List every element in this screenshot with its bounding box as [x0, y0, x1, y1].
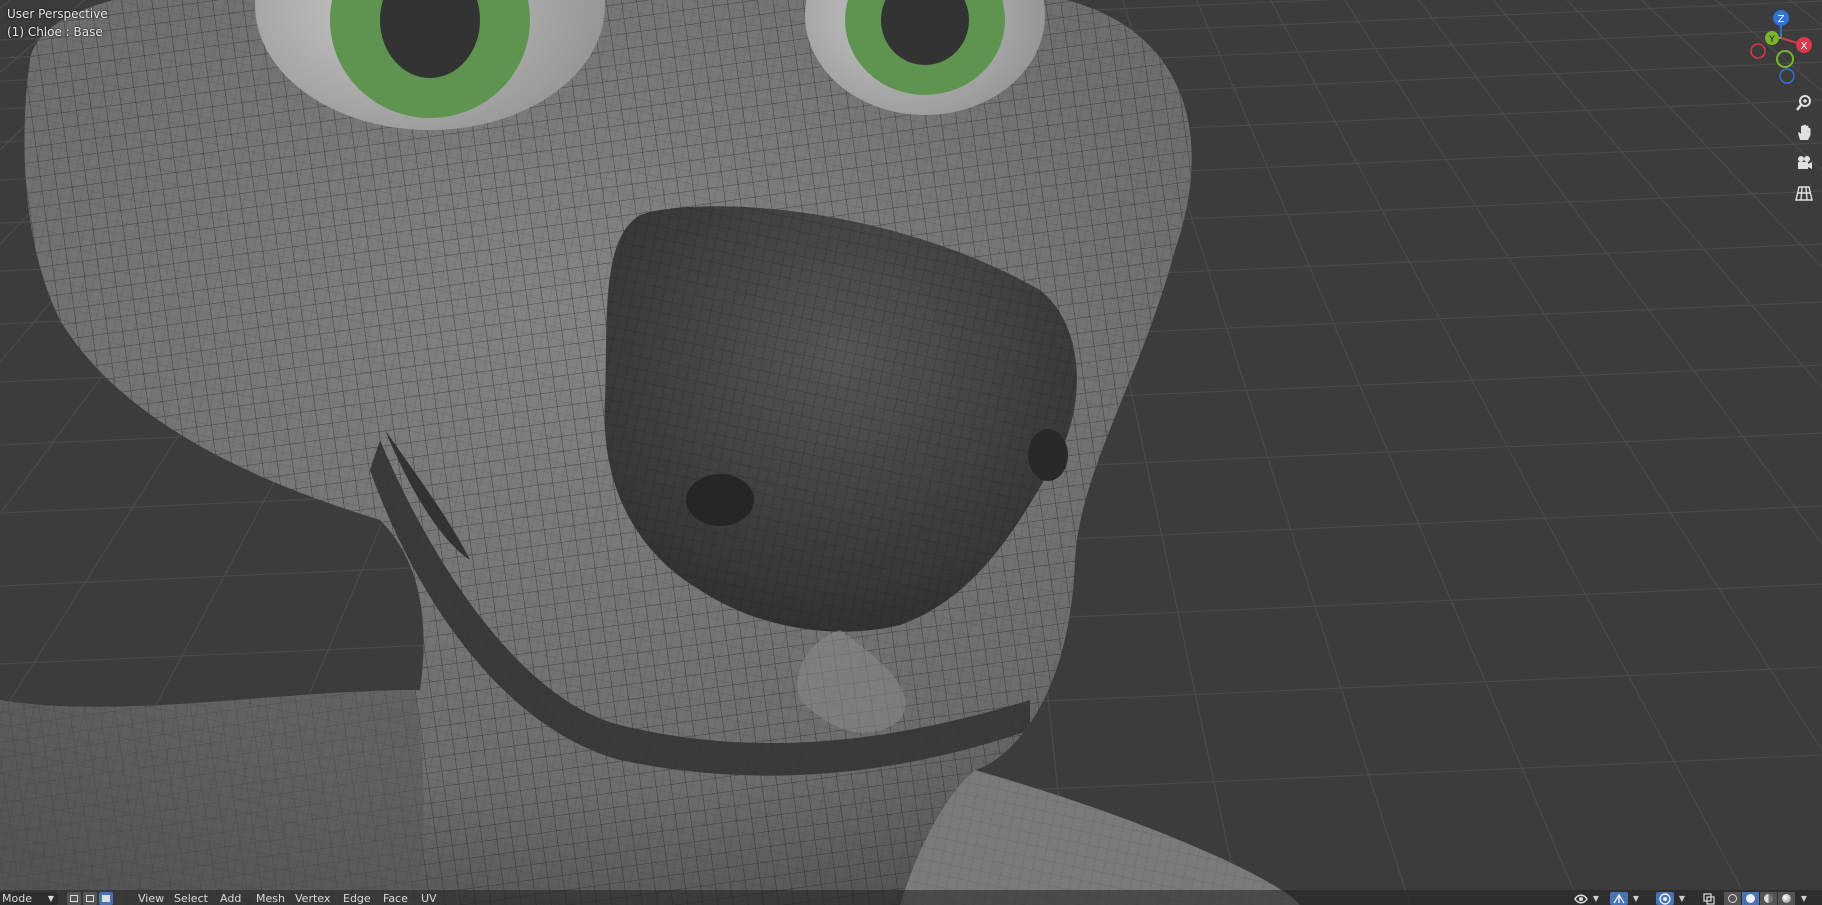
material-shading-icon — [1764, 894, 1773, 903]
menu-face[interactable]: Face — [378, 892, 413, 905]
viewport-header: Mode ▼ View Select Add Mesh Vertex Edge … — [0, 890, 1822, 905]
pan-button[interactable] — [1792, 120, 1816, 144]
gizmo-x-label: X — [1801, 41, 1808, 52]
view-name-label: User Perspective — [7, 7, 108, 21]
menu-mesh[interactable]: Mesh — [251, 892, 290, 905]
camera-icon — [1798, 156, 1812, 169]
edge-select-icon — [86, 895, 94, 902]
navigation-gizmo[interactable]: Z X Y — [1742, 10, 1820, 88]
viewport-scene — [0, 0, 1822, 905]
mode-label: Mode — [2, 892, 32, 905]
rendered-shading-icon — [1782, 894, 1791, 903]
menu-uv[interactable]: UV — [416, 892, 442, 905]
solid-shading-button[interactable] — [1742, 892, 1759, 905]
object-info-label: (1) Chloe : Base — [7, 25, 103, 39]
zoom-icon — [1796, 95, 1811, 111]
visibility-dropdown[interactable]: ▼ — [1590, 892, 1602, 905]
overlay-toggle-button[interactable] — [1656, 892, 1674, 905]
material-shading-button[interactable] — [1760, 892, 1777, 905]
visibility-icon — [1574, 894, 1588, 903]
3d-viewport[interactable]: User Perspective (1) Chloe : Base Z X Y … — [0, 0, 1822, 905]
xray-toggle-button[interactable] — [1700, 892, 1718, 905]
wireframe-shading-button[interactable] — [1724, 892, 1741, 905]
edge-select-button[interactable] — [83, 892, 97, 905]
mode-select[interactable]: Mode ▼ — [0, 892, 58, 905]
menu-view[interactable]: View — [133, 892, 169, 905]
vertex-select-button[interactable] — [67, 892, 81, 905]
overlay-icon — [1659, 892, 1671, 905]
rendered-shading-button[interactable] — [1778, 892, 1795, 905]
face-select-icon — [102, 895, 110, 902]
xray-icon — [1703, 892, 1715, 905]
gizmo-y-label: Y — [1768, 35, 1775, 45]
gizmo-z-label: Z — [1778, 14, 1785, 25]
zoom-button[interactable] — [1792, 91, 1816, 115]
gizmo-icon — [1613, 893, 1625, 904]
grid-icon — [1795, 186, 1813, 201]
chevron-down-icon: ▼ — [47, 894, 54, 903]
ortho-toggle-button[interactable] — [1792, 181, 1816, 205]
face-select-button[interactable] — [99, 892, 113, 905]
menu-edge[interactable]: Edge — [338, 892, 376, 905]
camera-view-button[interactable] — [1792, 151, 1816, 175]
gizmo-toggle-button[interactable] — [1610, 892, 1628, 905]
visibility-button[interactable] — [1572, 892, 1590, 905]
shading-dropdown[interactable]: ▼ — [1798, 892, 1810, 905]
wireframe-shading-icon — [1728, 894, 1737, 903]
solid-shading-icon — [1746, 894, 1755, 903]
menu-add[interactable]: Add — [215, 892, 246, 905]
hand-icon — [1798, 124, 1811, 140]
gizmo-dropdown[interactable]: ▼ — [1630, 892, 1642, 905]
menu-select[interactable]: Select — [169, 892, 213, 905]
vertex-select-icon — [70, 895, 78, 902]
overlay-dropdown[interactable]: ▼ — [1676, 892, 1688, 905]
menu-vertex[interactable]: Vertex — [290, 892, 335, 905]
